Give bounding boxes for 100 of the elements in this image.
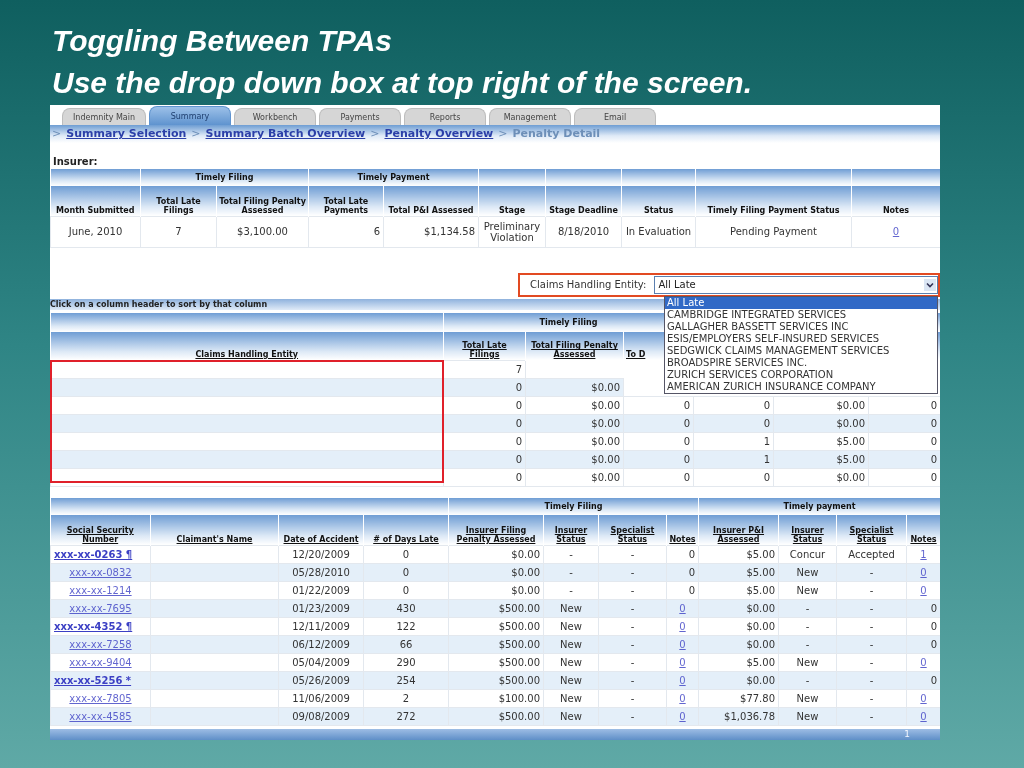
tab[interactable]: Management — [489, 108, 572, 125]
notes-link[interactable]: 0 — [679, 638, 686, 650]
table-cell: 0 — [930, 620, 938, 632]
table-cell: 01/23/2009 — [292, 602, 350, 614]
notes-link[interactable]: 0 — [679, 620, 686, 632]
notes-link[interactable]: 0 — [679, 710, 686, 722]
breadcrumb-current: Penalty Detail — [512, 127, 601, 141]
table-cell: $0.00 — [591, 417, 620, 429]
table-cell: $100.00 — [498, 692, 540, 704]
table-cell: Pending Payment — [730, 226, 817, 238]
table-cell: 1 — [763, 453, 770, 465]
table-cell: $0.00 — [591, 381, 620, 393]
tab[interactable]: Payments — [319, 108, 402, 125]
entity-dropdown[interactable]: All Late — [654, 275, 938, 294]
table-cell: - — [630, 620, 635, 632]
column-header: Stage Deadline — [545, 185, 622, 217]
column-header[interactable]: Claims Handling Entity — [50, 331, 444, 361]
breadcrumb-link[interactable]: Summary Batch Overview — [205, 127, 366, 141]
column-group-header: Timely Filing — [140, 168, 309, 186]
notes-link[interactable]: 0 — [679, 656, 686, 668]
table-cell: $500.00 — [498, 674, 540, 686]
notes-link[interactable]: 0 — [679, 602, 686, 614]
column-header: Stage — [478, 185, 546, 217]
column-header[interactable]: # of Days Late — [363, 514, 449, 546]
table-cell: $0.00 — [511, 548, 540, 560]
notes-link[interactable]: 0 — [920, 710, 927, 722]
table-cell: 272 — [396, 710, 416, 722]
column-header[interactable]: Social Security Number — [50, 514, 151, 546]
table-cell: - — [805, 674, 810, 686]
notes-link[interactable]: 1 — [920, 548, 927, 560]
notes-link[interactable]: 0 — [920, 692, 927, 704]
tab[interactable]: Indemnity Main — [62, 108, 147, 125]
breadcrumb-link[interactable]: Penalty Overview — [384, 127, 494, 141]
table-cell: New — [796, 584, 819, 596]
breadcrumb-separator: > — [52, 127, 62, 141]
table-cell: 0 — [683, 453, 690, 465]
tab[interactable]: Summary — [149, 106, 232, 125]
table-cell: June, 2010 — [68, 226, 123, 238]
notes-link[interactable]: 0 — [920, 656, 927, 668]
tab[interactable]: Email — [574, 108, 657, 125]
tab[interactable]: Workbench — [234, 108, 317, 125]
notes-link[interactable]: 0 — [892, 226, 900, 238]
dropdown-option[interactable]: All Late — [665, 297, 937, 309]
column-header[interactable]: Specialist Status — [598, 514, 667, 546]
notes-link[interactable]: 0 — [679, 674, 686, 686]
table-cell: $3,100.00 — [237, 226, 288, 238]
table-cell: 0 — [930, 417, 938, 429]
table-cell: 0 — [683, 417, 690, 429]
table-cell: New — [560, 656, 582, 668]
table-cell: - — [569, 566, 573, 578]
notes-link[interactable]: 0 — [920, 566, 927, 578]
table-cell: $0.00 — [591, 435, 620, 447]
table-cell: New — [560, 602, 582, 614]
table-cell: 0 — [688, 584, 695, 596]
table-cell: - — [630, 656, 635, 668]
column-header[interactable]: Claimant's Name — [150, 514, 279, 546]
table-cell: 09/08/2009 — [292, 710, 350, 722]
tab[interactable]: Reports — [404, 108, 487, 125]
table-cell: 0 — [763, 471, 770, 483]
slide-title: Use the drop down box at top right of the screen. — [52, 65, 753, 101]
table-cell: $5.00 — [836, 435, 865, 447]
table-cell: - — [630, 692, 635, 704]
table-cell: $1,134.58 — [424, 226, 475, 238]
table-cell: $0.00 — [746, 638, 775, 650]
column-header[interactable]: Insurer Status — [778, 514, 837, 546]
table-cell: New — [796, 692, 819, 704]
table-cell: 0 — [683, 435, 690, 447]
table-cell: 05/28/2010 — [292, 566, 350, 578]
breadcrumb-link[interactable]: Summary Selection — [66, 127, 187, 141]
insurer-label: Insurer: — [53, 155, 99, 167]
table-cell: 0 — [688, 566, 695, 578]
column-header[interactable]: Date of Accident — [278, 514, 364, 546]
table-cell: 0 — [402, 566, 410, 578]
table-cell: - — [869, 584, 874, 596]
table-cell: - — [630, 674, 635, 686]
column-header[interactable]: Insurer P&I Assessed — [698, 514, 779, 546]
notes-link[interactable]: 0 — [679, 692, 686, 704]
column-header[interactable]: Total Filing Penalty Assessed — [525, 331, 624, 361]
column-header[interactable]: Specialist Status — [836, 514, 907, 546]
table-cell: - — [630, 602, 635, 614]
table-cell: Preliminary Violation — [482, 220, 542, 243]
table-cell: 0 — [515, 435, 522, 447]
table-cell: 06/12/2009 — [292, 638, 350, 650]
column-header[interactable]: Insurer Filing Penalty Assessed — [448, 514, 544, 546]
table-cell: 05/04/2009 — [292, 656, 350, 668]
table-cell: 0 — [930, 602, 938, 614]
table-cell: 66 — [399, 638, 413, 650]
table-cell: 0 — [515, 399, 522, 411]
table-cell: 430 — [396, 602, 416, 614]
table-cell: - — [805, 602, 810, 614]
table-cell: 0 — [515, 417, 522, 429]
table-cell: $77.80 — [740, 692, 775, 704]
column-header[interactable]: Total Late Filings — [443, 331, 526, 361]
table-cell: 6 — [373, 226, 380, 238]
notes-link[interactable]: 0 — [920, 584, 927, 596]
table-cell: - — [630, 710, 635, 722]
column-header[interactable]: Insurer Status — [543, 514, 599, 546]
table-cell: 0 — [683, 399, 690, 411]
column-group-header: Timely Payment — [308, 168, 479, 186]
table-cell: - — [869, 656, 874, 668]
